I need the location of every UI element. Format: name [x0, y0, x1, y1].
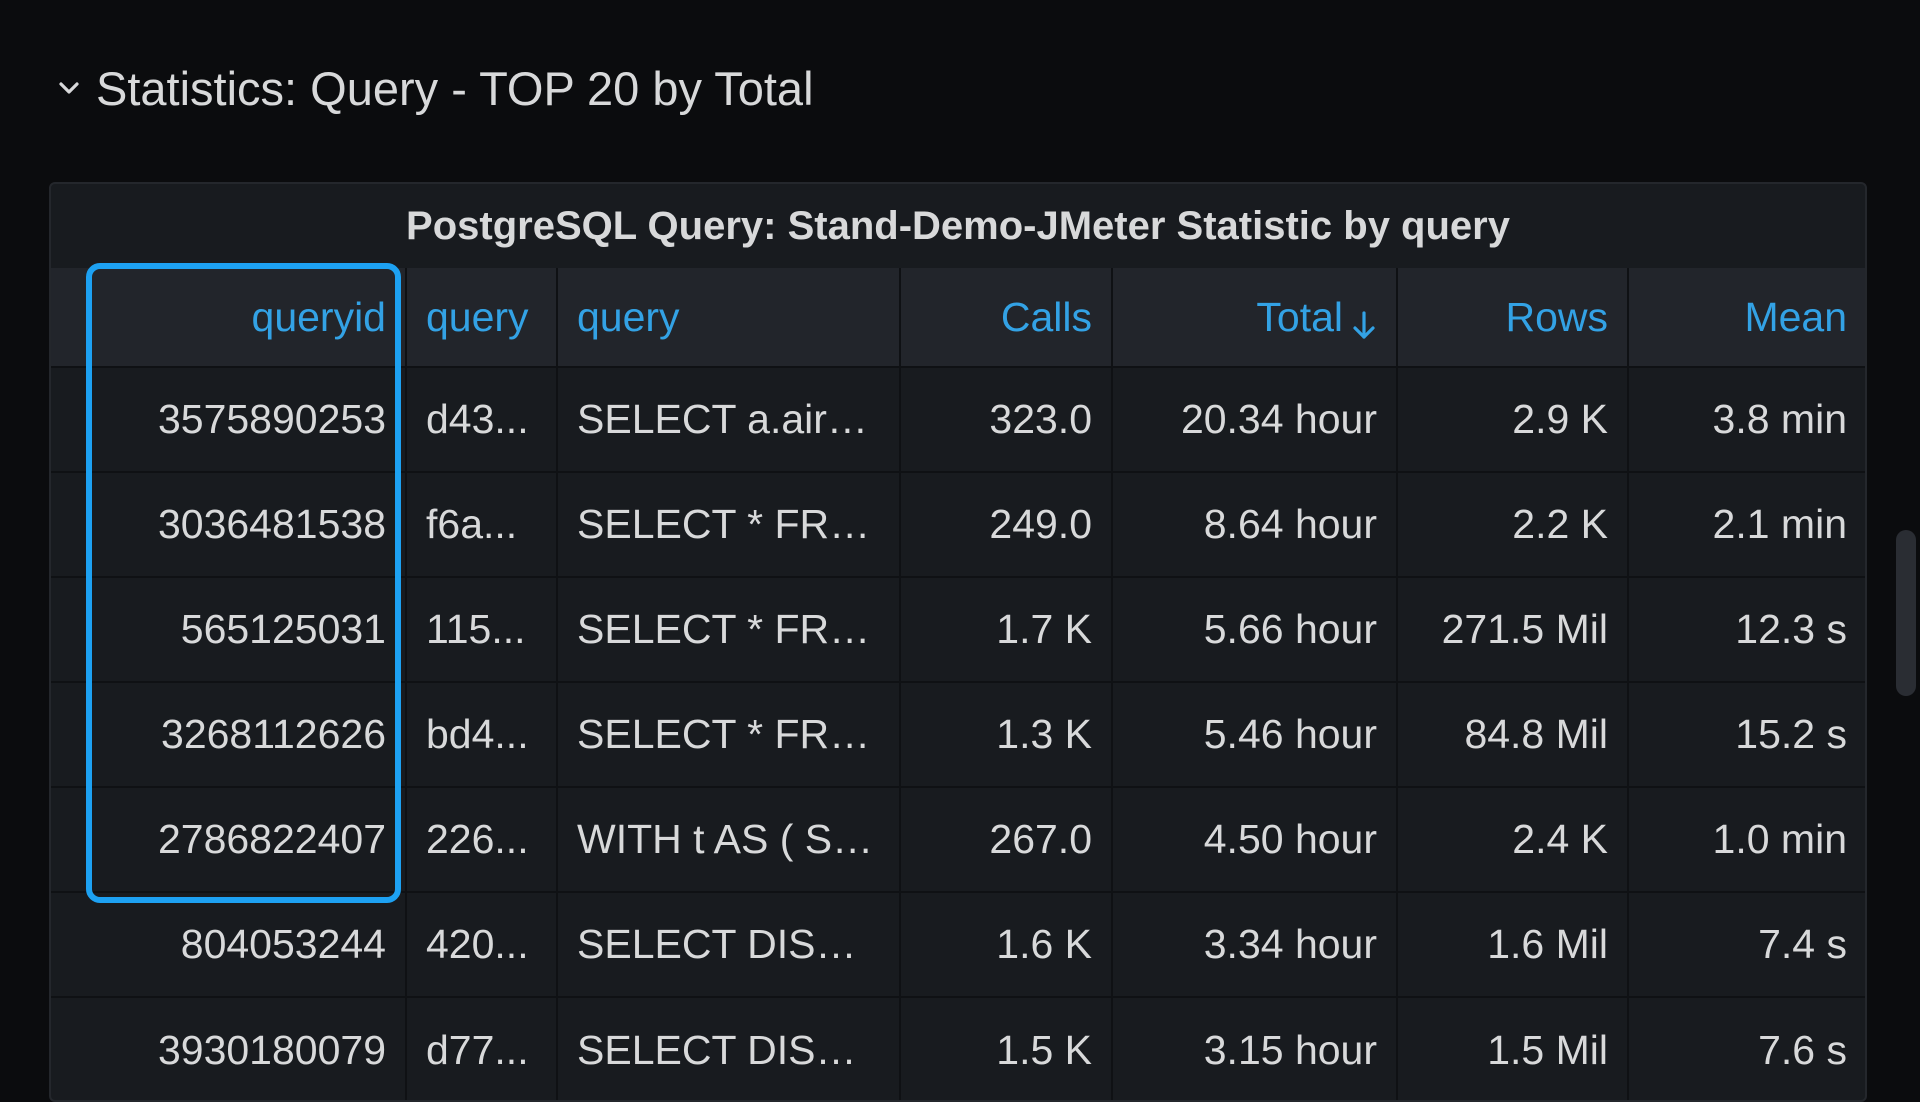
cell-total: 20.34 hour — [1112, 366, 1398, 472]
cell-rows: 271.5 Mil — [1397, 576, 1629, 682]
column-header-query[interactable]: query — [557, 268, 901, 367]
column-header-total-label: Total — [1256, 293, 1343, 340]
cell-rows: 2.2 K — [1397, 471, 1629, 577]
cell-calls: 267.0 — [900, 786, 1113, 892]
cell-calls: 1.7 K — [900, 576, 1113, 682]
cell-query-hash: bd4... — [406, 681, 558, 787]
cell-total: 3.15 hour — [1112, 996, 1398, 1100]
cell-query[interactable]: SELECT * FRO... — [557, 576, 901, 682]
cell-mean: 3.8 min — [1628, 366, 1865, 472]
cell-query-hash: d43... — [406, 366, 558, 472]
cell-mean: 12.3 s — [1628, 576, 1865, 682]
chevron-down-icon[interactable] — [56, 75, 82, 101]
cell-queryid: 565125031 — [51, 576, 407, 682]
cell-query[interactable]: SELECT DISTI... — [557, 891, 901, 997]
table-row: 3575890253 d43... SELECT a.aircr... 323.… — [51, 366, 1865, 472]
cell-query-hash: f6a... — [406, 471, 558, 577]
column-header-query-hash[interactable]: query — [406, 268, 558, 367]
cell-query-hash: 115... — [406, 576, 558, 682]
cell-rows: 2.4 K — [1397, 786, 1629, 892]
column-header-total[interactable]: Total — [1112, 268, 1398, 367]
column-header-mean[interactable]: Mean — [1628, 268, 1865, 367]
cell-total: 5.46 hour — [1112, 681, 1398, 787]
table-row: 804053244 420... SELECT DISTI... 1.6 K 3… — [51, 891, 1865, 997]
cell-query[interactable]: SELECT a.aircr... — [557, 366, 901, 472]
table-row: 3268112626 bd4... SELECT * FRO... 1.3 K … — [51, 681, 1865, 787]
cell-query[interactable]: SELECT * FRO... — [557, 471, 901, 577]
cell-query-hash: 420... — [406, 891, 558, 997]
cell-mean: 1.0 min — [1628, 786, 1865, 892]
cell-calls: 323.0 — [900, 366, 1113, 472]
table-row: 2786822407 226... WITH t AS ( SE... 267.… — [51, 786, 1865, 892]
cell-calls: 1.5 K — [900, 996, 1113, 1100]
column-header-queryid[interactable]: queryid — [51, 268, 407, 367]
cell-total: 5.66 hour — [1112, 576, 1398, 682]
cell-queryid: 2786822407 — [51, 786, 407, 892]
table-row: 3036481538 f6a... SELECT * FRO... 249.0 … — [51, 471, 1865, 577]
column-header-calls[interactable]: Calls — [900, 268, 1113, 367]
cell-query[interactable]: SELECT DISTI... — [557, 996, 901, 1100]
cell-total: 8.64 hour — [1112, 471, 1398, 577]
cell-calls: 249.0 — [900, 471, 1113, 577]
cell-queryid: 3930180079 — [51, 996, 407, 1100]
cell-calls: 1.6 K — [900, 891, 1113, 997]
cell-calls: 1.3 K — [900, 681, 1113, 787]
cell-mean: 7.6 s — [1628, 996, 1865, 1100]
table-header-row: queryid query query Calls Total Rows Mea… — [51, 268, 1865, 367]
panel-title: PostgreSQL Query: Stand-Demo-JMeter Stat… — [406, 204, 1510, 248]
cell-mean: 7.4 s — [1628, 891, 1865, 997]
cell-rows: 1.5 Mil — [1397, 996, 1629, 1100]
vertical-scrollbar[interactable] — [1896, 530, 1916, 696]
row-title: Statistics: Query - TOP 20 by Total — [96, 61, 814, 115]
cell-total: 4.50 hour — [1112, 786, 1398, 892]
cell-query-hash: d77... — [406, 996, 558, 1100]
cell-queryid: 804053244 — [51, 891, 407, 997]
cell-query[interactable]: SELECT * FRO... — [557, 681, 901, 787]
cell-queryid: 3036481538 — [51, 471, 407, 577]
stats-panel: PostgreSQL Query: Stand-Demo-JMeter Stat… — [49, 182, 1867, 1102]
cell-query-hash: 226... — [406, 786, 558, 892]
cell-rows: 2.9 K — [1397, 366, 1629, 472]
column-header-rows[interactable]: Rows — [1397, 268, 1629, 367]
table-row: 565125031 115... SELECT * FRO... 1.7 K 5… — [51, 576, 1865, 682]
cell-mean: 15.2 s — [1628, 681, 1865, 787]
table-row: 3930180079 d77... SELECT DISTI... 1.5 K … — [51, 996, 1865, 1100]
sort-arrow-down-icon — [1351, 304, 1377, 339]
cell-mean: 2.1 min — [1628, 471, 1865, 577]
cell-queryid: 3268112626 — [51, 681, 407, 787]
cell-query[interactable]: WITH t AS ( SE... — [557, 786, 901, 892]
cell-queryid: 3575890253 — [51, 366, 407, 472]
cell-rows: 84.8 Mil — [1397, 681, 1629, 787]
row-header[interactable]: Statistics: Query - TOP 20 by Total — [56, 58, 814, 118]
cell-total: 3.34 hour — [1112, 891, 1398, 997]
cell-rows: 1.6 Mil — [1397, 891, 1629, 997]
query-stats-table: queryid query query Calls Total Rows Mea… — [51, 268, 1865, 1100]
